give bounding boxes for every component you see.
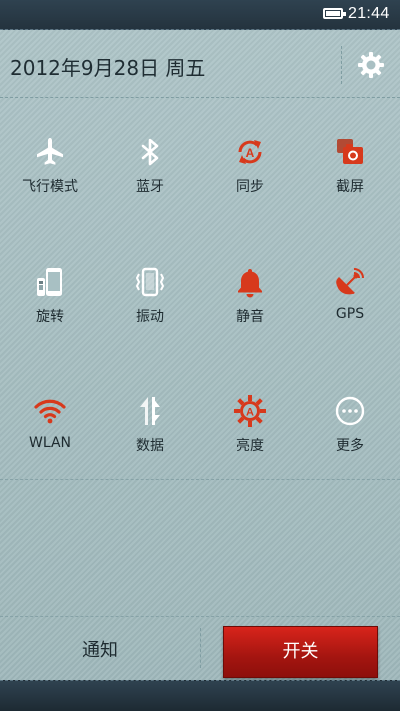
toggle-label: 同步 bbox=[236, 179, 264, 195]
toggle-sync[interactable]: A 同步 bbox=[200, 136, 300, 226]
toggle-label: 数据 bbox=[136, 438, 164, 454]
toggle-label: WLAN bbox=[28, 435, 71, 451]
toggle-gps[interactable]: GPS bbox=[300, 266, 400, 356]
toggle-label: 亮度 bbox=[236, 438, 264, 454]
toggle-label: 飞行模式 bbox=[22, 179, 78, 195]
status-clock: 21:44 bbox=[348, 5, 390, 22]
toggle-label: 蓝牙 bbox=[136, 179, 164, 195]
gear-icon bbox=[358, 52, 384, 78]
rotate-icon bbox=[37, 268, 62, 296]
more-icon bbox=[335, 396, 365, 426]
toggle-label: 更多 bbox=[336, 438, 364, 454]
toggle-wlan[interactable]: WLAN bbox=[0, 395, 100, 485]
toggle-bluetooth[interactable]: 蓝牙 bbox=[100, 136, 200, 226]
toggle-label: GPS bbox=[335, 306, 365, 322]
brightness-icon: A bbox=[234, 395, 266, 427]
toggle-vibrate[interactable]: 振动 bbox=[100, 266, 200, 356]
screenshot-icon bbox=[337, 139, 363, 164]
toggle-label: 静音 bbox=[236, 309, 264, 325]
quick-settings-panel: 2012年9月28日 周五 飞行模式 蓝牙 A 同步 截屏 旋转 振动 静音 G… bbox=[0, 30, 400, 680]
status-bar: 21:44 bbox=[0, 0, 400, 30]
settings-button[interactable] bbox=[356, 50, 386, 80]
bell-icon bbox=[238, 269, 262, 298]
toggle-label: 截屏 bbox=[336, 179, 364, 195]
tab-notifications[interactable]: 通知 bbox=[0, 626, 200, 676]
wifi-icon bbox=[34, 399, 66, 424]
header-divider bbox=[341, 46, 342, 84]
toggle-label: 旋转 bbox=[36, 309, 64, 325]
tabs-divider bbox=[0, 616, 400, 617]
toggle-data[interactable]: 数据 bbox=[100, 395, 200, 485]
toggle-silent[interactable]: 静音 bbox=[200, 266, 300, 356]
data-icon bbox=[140, 397, 160, 425]
svg-text:A: A bbox=[246, 146, 255, 160]
toggle-more[interactable]: 更多 bbox=[300, 395, 400, 485]
toggle-airplane-mode[interactable]: 飞行模式 bbox=[0, 136, 100, 226]
grid-divider bbox=[0, 479, 400, 480]
sync-icon: A bbox=[238, 140, 262, 164]
toggle-rotate[interactable]: 旋转 bbox=[0, 266, 100, 356]
toggle-screenshot[interactable]: 截屏 bbox=[300, 136, 400, 226]
airplane-icon bbox=[37, 138, 63, 165]
toggle-brightness[interactable]: A 亮度 bbox=[200, 395, 300, 485]
date-text: 2012年9月28日 周五 bbox=[10, 56, 206, 80]
gps-icon bbox=[336, 268, 364, 295]
svg-text:A: A bbox=[246, 407, 254, 419]
battery-full-icon bbox=[323, 8, 346, 19]
vibrate-icon bbox=[135, 267, 165, 297]
tab-switches[interactable]: 开关 bbox=[223, 626, 378, 678]
toggle-label: 振动 bbox=[136, 309, 164, 325]
bluetooth-icon bbox=[141, 138, 159, 166]
drag-handle-bar[interactable] bbox=[0, 680, 400, 711]
date-header: 2012年9月28日 周五 bbox=[0, 30, 400, 98]
tab-divider bbox=[200, 628, 201, 668]
